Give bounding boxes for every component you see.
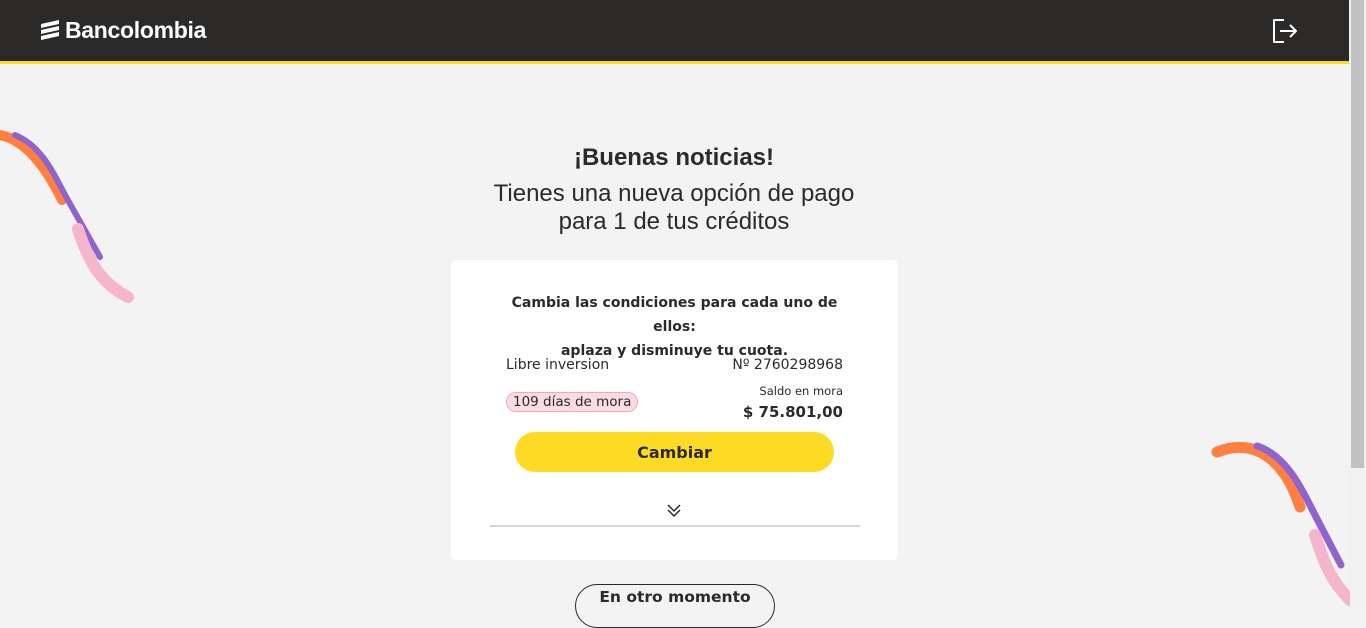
later-button[interactable]: En otro momento	[575, 584, 775, 628]
decorative-curves-right	[1211, 442, 1350, 606]
saldo-label: Saldo en mora	[759, 384, 843, 398]
credit-name: Libre inversion	[506, 357, 610, 373]
brand-name: Bancolombia	[65, 16, 207, 43]
card-heading: Cambia las condiciones para cada uno de …	[491, 291, 858, 363]
subtitle-line-1: Tienes una nueva opción de pago	[493, 180, 855, 207]
card-divider	[490, 525, 860, 527]
bancolombia-logo[interactable]: Bancolombia	[38, 16, 206, 44]
page-scrollbar[interactable]	[1349, 0, 1366, 607]
credit-card-panel: Cambia las condiciones para cada uno de …	[451, 260, 898, 560]
double-chevron-down-icon[interactable]	[666, 502, 682, 518]
credit-number: Nº 2760298968	[732, 357, 843, 373]
logout-icon[interactable]	[1270, 17, 1300, 45]
page-title: ¡Buenas noticias!	[573, 144, 775, 171]
card-heading-line-1: Cambia las condiciones para cada uno de …	[511, 295, 838, 335]
saldo-value: $ 75.801,00	[742, 403, 843, 421]
page-subtitle: Tienes una nueva opción de pago para 1 d…	[444, 180, 904, 236]
subtitle-line-2: para 1 de tus créditos	[558, 208, 790, 235]
change-button[interactable]: Cambiar	[515, 432, 834, 472]
scrollbar-thumb[interactable]	[1351, 0, 1364, 468]
decorative-curves-left	[0, 130, 134, 303]
bancolombia-logo-icon	[41, 20, 59, 40]
top-bar: Bancolombia	[0, 0, 1349, 64]
mora-days-badge: 109 días de mora	[506, 392, 639, 412]
